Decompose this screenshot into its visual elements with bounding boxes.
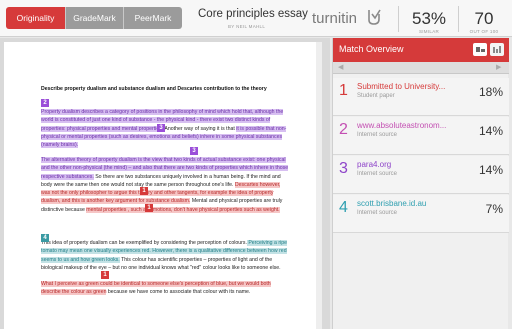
match-marker-3[interactable]: 3 (190, 147, 198, 155)
match-type: Student paper (357, 93, 395, 99)
document-author: BY NEIL MAHLL (228, 24, 266, 29)
bar-view-button[interactable] (490, 43, 504, 56)
divider (398, 6, 399, 32)
document-title: Core principles essay (198, 8, 308, 20)
paragraph-1: Property dualism describes a category of… (41, 108, 291, 149)
match-type: Internet source (357, 132, 398, 138)
match-number: 2 (339, 121, 348, 138)
panel-header: Match Overview (333, 38, 509, 62)
match-percent: 18% (478, 85, 503, 99)
tab-peermark[interactable]: PeerMark (124, 7, 182, 29)
score-value[interactable]: 70 (462, 9, 506, 29)
score-label: OUT OF 100 (469, 29, 499, 34)
match-item[interactable]: 3 para4.org Internet source 14% (333, 156, 509, 194)
match-number: 1 (339, 82, 348, 99)
list-view-icon (476, 47, 485, 52)
match-source[interactable]: para4.org (357, 160, 449, 169)
match-percent: 14% (478, 163, 503, 177)
bar-chart-icon (493, 46, 501, 53)
mode-tabs: Originality GradeMark PeerMark (6, 7, 182, 29)
match-type: Internet source (357, 210, 398, 216)
match-percent: 7% (485, 202, 503, 216)
match-item[interactable]: 2 www.absoluteastronom... Internet sourc… (333, 117, 509, 155)
match-marker-1[interactable]: 1 (140, 187, 148, 195)
match-source[interactable]: Submitted to University... (357, 82, 449, 91)
top-bar: Originality GradeMark PeerMark Core prin… (0, 0, 512, 37)
plain-text: Another way of saying it is that (163, 125, 237, 132)
similarity-value[interactable]: 53% (404, 9, 454, 29)
next-arrow-icon[interactable]: ▶ (496, 63, 501, 71)
match-marker-3[interactable]: 3 (157, 124, 165, 132)
match-item[interactable]: 1 Submitted to University... Student pap… (333, 78, 509, 116)
essay-question: Describe property dualism and substance … (41, 86, 267, 92)
document-viewer[interactable]: Describe property dualism and substance … (0, 38, 330, 329)
match-marker-1[interactable]: 1 (145, 204, 153, 212)
similarity-label: SIMILAR (418, 29, 440, 34)
match-marker-1[interactable]: 1 (101, 271, 109, 279)
match-highlight-1[interactable]: mental properties , such as emotions, do… (86, 206, 280, 213)
turnitin-logo-icon (368, 9, 381, 25)
panel-title: Match Overview (339, 44, 404, 54)
match-overview-panel: Match Overview ◀ ▶ 1 Submitted to Univer… (332, 38, 509, 329)
paragraph-2: The alternative theory of property duali… (41, 156, 291, 214)
paragraph-3: This idea of property dualism can be exe… (41, 239, 291, 272)
tab-grademark[interactable]: GradeMark (66, 7, 124, 29)
turnitin-logo: turnitin (312, 10, 358, 27)
match-marker-4[interactable]: 4 (41, 234, 49, 242)
divider (458, 6, 459, 32)
paragraph-4: What I perceive as green could be identi… (41, 280, 291, 297)
match-source[interactable]: www.absoluteastronom... (357, 121, 449, 130)
tab-originality[interactable]: Originality (6, 7, 66, 29)
plain-text: because we have come to associate that c… (106, 289, 251, 296)
document-page: Describe property dualism and substance … (4, 42, 322, 329)
match-type: Internet source (357, 171, 398, 177)
list-view-button[interactable] (473, 43, 487, 56)
match-source[interactable]: scott.brisbane.id.au (357, 199, 449, 208)
plain-text: This idea of property dualism can be exe… (41, 240, 247, 246)
match-percent: 14% (478, 124, 503, 138)
match-marker-2[interactable]: 2 (41, 99, 49, 107)
match-number: 4 (339, 199, 348, 216)
page-scrollbar[interactable] (316, 42, 322, 329)
match-nav-bar: ◀ ▶ (333, 62, 509, 74)
previous-arrow-icon[interactable]: ◀ (338, 63, 343, 71)
match-item[interactable]: 4 scott.brisbane.id.au Internet source 7… (333, 195, 509, 233)
match-number: 3 (339, 160, 348, 177)
